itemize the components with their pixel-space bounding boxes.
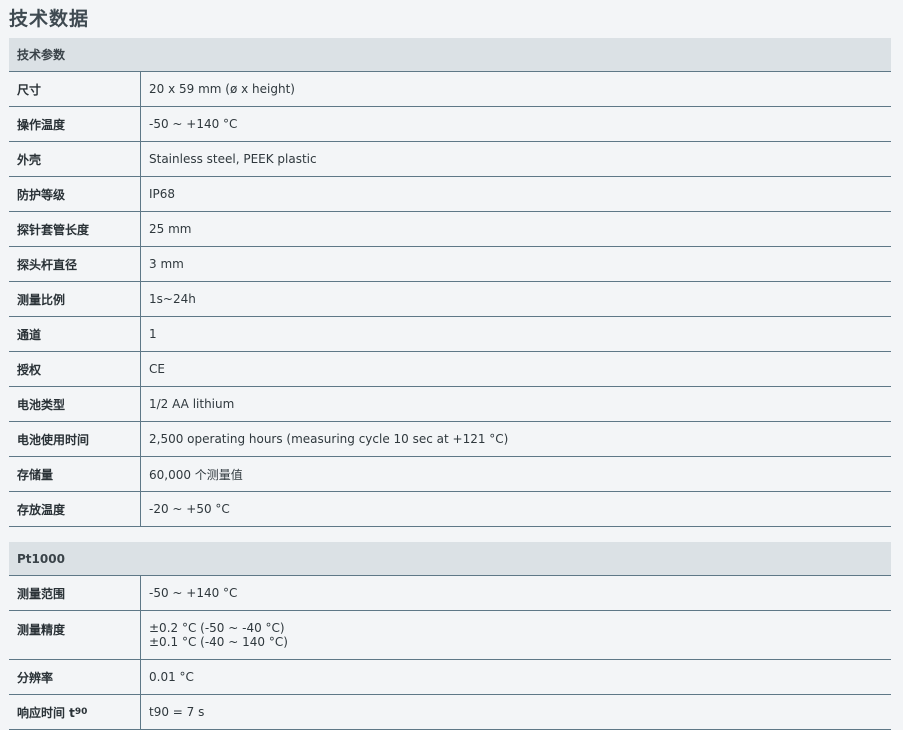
table-row: 分辨率 0.01 °C (9, 660, 891, 695)
row-label: 分辨率 (9, 660, 141, 694)
row-value-line: ±0.2 °C (-50 ~ -40 °C) (149, 621, 285, 635)
row-value: -50 ~ +140 °C (149, 117, 238, 131)
row-value: t90 = 7 s (149, 705, 205, 719)
table-row: 测量比例 1s~24h (9, 282, 891, 317)
row-label: 测量比例 (9, 282, 141, 316)
row-value: 2,500 operating hours (measuring cycle 1… (149, 432, 509, 446)
row-label: 响应时间 t 90 (9, 695, 141, 729)
table-row: 存放温度 -20 ~ +50 °C (9, 492, 891, 527)
row-value: 1s~24h (149, 292, 196, 306)
row-value: 25 mm (149, 222, 192, 236)
row-value: 60,000 个测量值 (149, 467, 243, 482)
row-label: 电池使用时间 (9, 422, 141, 456)
row-label: 防护等级 (9, 177, 141, 211)
row-label: 操作温度 (9, 107, 141, 141)
table-row: 防护等级 IP68 (9, 177, 891, 212)
table-row: 测量精度 ±0.2 °C (-50 ~ -40 °C) ±0.1 °C (-40… (9, 611, 891, 660)
table-row: 响应时间 t 90 t90 = 7 s (9, 695, 891, 730)
table-row: 测量范围 -50 ~ +140 °C (9, 576, 891, 611)
table-row: 探针套管长度 25 mm (9, 212, 891, 247)
row-value: CE (149, 362, 165, 376)
row-label: 探针套管长度 (9, 212, 141, 246)
row-label: 测量范围 (9, 576, 141, 610)
table-row: 操作温度 -50 ~ +140 °C (9, 107, 891, 142)
section-header: Pt1000 (9, 542, 891, 576)
table-row: 电池类型 1/2 AA lithium (9, 387, 891, 422)
section-header: 技术参数 (9, 38, 891, 72)
table-row: 存储量 60,000 个测量值 (9, 457, 891, 492)
row-value: -50 ~ +140 °C (149, 586, 238, 600)
row-value: 20 x 59 mm (ø x height) (149, 82, 295, 96)
table-row: 电池使用时间 2,500 operating hours (measuring … (9, 422, 891, 457)
page-title: 技术数据 (9, 8, 90, 30)
row-label: 存储量 (9, 457, 141, 491)
row-label: 授权 (9, 352, 141, 386)
spec-table-pt1000: Pt1000 测量范围 -50 ~ +140 °C 测量精度 ±0.2 °C (… (9, 542, 891, 730)
row-value: IP68 (149, 187, 176, 201)
table-row: 探头杆直径 3 mm (9, 247, 891, 282)
row-label: 存放温度 (9, 492, 141, 526)
table-row: 尺寸 20 x 59 mm (ø x height) (9, 72, 891, 107)
row-value: ±0.2 °C (-50 ~ -40 °C) ±0.1 °C (-40 ~ 14… (141, 611, 288, 659)
row-label: 探头杆直径 (9, 247, 141, 281)
row-label-text: 响应时间 t (17, 705, 75, 720)
row-label: 尺寸 (9, 72, 141, 106)
row-label-subscript: 90 (74, 707, 88, 717)
row-label: 外壳 (9, 142, 141, 176)
row-value: -20 ~ +50 °C (149, 502, 230, 516)
row-label: 通道 (9, 317, 141, 351)
spec-table-technical: 技术参数 尺寸 20 x 59 mm (ø x height) 操作温度 -50… (9, 38, 891, 527)
table-row: 通道 1 (9, 317, 891, 352)
row-label: 测量精度 (9, 611, 141, 659)
row-value: 1 (149, 327, 157, 341)
row-value: 3 mm (149, 257, 184, 271)
row-label: 电池类型 (9, 387, 141, 421)
row-value-line: ±0.1 °C (-40 ~ 140 °C) (149, 635, 288, 649)
table-row: 外壳 Stainless steel, PEEK plastic (9, 142, 891, 177)
row-value: Stainless steel, PEEK plastic (149, 152, 317, 166)
row-value: 1/2 AA lithium (149, 397, 235, 411)
row-value: 0.01 °C (149, 670, 194, 684)
table-row: 授权 CE (9, 352, 891, 387)
